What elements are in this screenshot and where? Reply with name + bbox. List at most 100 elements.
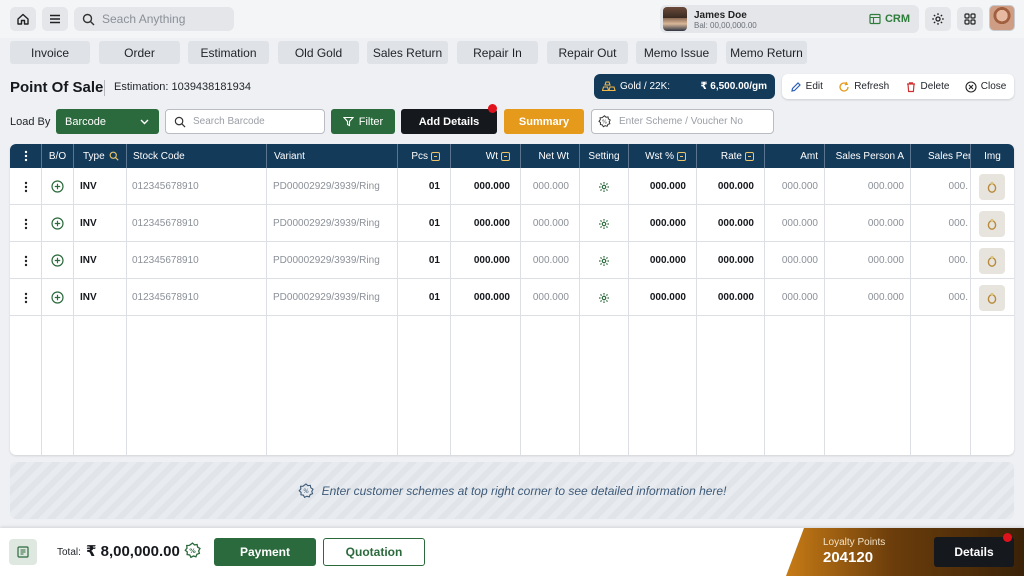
gold-bars-icon	[602, 80, 616, 91]
cell-wt[interactable]: 000.000	[450, 279, 520, 316]
cell-stock-code: 012345678910	[132, 255, 199, 266]
cell-rate[interactable]: 000.000	[696, 242, 764, 279]
menu-button[interactable]	[42, 7, 68, 31]
notes-button[interactable]	[9, 539, 37, 565]
calc-icon	[431, 151, 440, 161]
header-menu[interactable]	[10, 144, 41, 168]
cell-img[interactable]	[970, 168, 1014, 205]
header-type-label: Type	[83, 150, 105, 162]
add-row-button[interactable]	[41, 242, 73, 279]
cell-wst[interactable]: 000.000	[628, 168, 696, 205]
header-wst[interactable]: Wst %	[628, 144, 696, 168]
kebab-icon	[24, 218, 27, 229]
add-row-button[interactable]	[41, 168, 73, 205]
cell-pcs[interactable]: 01	[397, 168, 450, 205]
cell-img[interactable]	[970, 205, 1014, 242]
home-button[interactable]	[10, 7, 36, 31]
cell-variant: PD00002929/3939/Ring	[273, 181, 380, 192]
settings-button[interactable]	[925, 7, 951, 31]
kebab-icon	[24, 150, 27, 162]
cell-type: INV	[80, 255, 97, 266]
tab-memo-return[interactable]: Memo Return	[726, 41, 807, 64]
barcode-search-input[interactable]: Search Barcode	[165, 109, 325, 134]
cell-pcs[interactable]: 01	[397, 205, 450, 242]
ring-thumbnail	[979, 247, 1005, 274]
cell-wt[interactable]: 000.000	[450, 242, 520, 279]
payment-button[interactable]: Payment	[214, 538, 316, 566]
tab-sales-return[interactable]: Sales Return	[367, 41, 448, 64]
header-rate[interactable]: Rate	[696, 144, 764, 168]
close-icon	[965, 80, 977, 93]
refresh-button[interactable]: Refresh	[838, 81, 889, 93]
crm-link[interactable]: CRM	[869, 13, 910, 25]
cell-rate[interactable]: 000.000	[696, 205, 764, 242]
row-menu[interactable]	[10, 168, 41, 205]
header-bo: B/O	[41, 144, 73, 168]
user-card[interactable]: James Doe Bal: 00,00,000.00 CRM	[660, 5, 919, 33]
gear-icon	[598, 218, 609, 229]
loyalty-label: Loyalty Points	[823, 537, 886, 548]
discount-badge-icon: %	[184, 542, 201, 559]
close-label: Close	[980, 81, 1007, 92]
cell-rate[interactable]: 000.000	[696, 168, 764, 205]
tab-old-gold[interactable]: Old Gold	[278, 41, 359, 64]
cell-wt[interactable]: 000.000	[450, 205, 520, 242]
setting-button[interactable]	[579, 205, 628, 242]
scheme-voucher-input[interactable]: % Enter Scheme / Voucher No	[591, 109, 774, 134]
add-row-button[interactable]	[41, 205, 73, 242]
summary-button[interactable]: Summary	[504, 109, 584, 134]
setting-button[interactable]	[579, 279, 628, 316]
cell-wst[interactable]: 000.000	[628, 205, 696, 242]
table-row[interactable]: INV 012345678910 PD00002929/3939/Ring 01…	[10, 205, 1014, 242]
cell-wst[interactable]: 000.000	[628, 279, 696, 316]
header-type[interactable]: Type	[73, 144, 126, 168]
tab-estimation[interactable]: Estimation	[188, 41, 269, 64]
filter-button[interactable]: Filter	[331, 109, 395, 134]
pencil-icon	[790, 81, 801, 92]
receipt-icon	[17, 546, 29, 558]
apps-button[interactable]	[957, 7, 983, 31]
edit-button[interactable]: Edit	[790, 81, 823, 93]
header-wt[interactable]: Wt	[450, 144, 520, 168]
tab-invoice[interactable]: Invoice	[10, 41, 90, 64]
search-icon	[82, 13, 95, 25]
cell-stock-code: 012345678910	[132, 181, 199, 192]
table-row[interactable]: INV 012345678910 PD00002929/3939/Ring 01…	[10, 168, 1014, 205]
tab-repair-in[interactable]: Repair In	[457, 41, 538, 64]
cell-wst[interactable]: 000.000	[628, 242, 696, 279]
header-pcs[interactable]: Pcs	[397, 144, 450, 168]
close-button[interactable]: Close	[965, 80, 1007, 93]
scheme-placeholder: Enter Scheme / Voucher No	[619, 116, 743, 127]
details-button[interactable]: Details	[934, 537, 1014, 567]
user-name: James Doe	[694, 10, 747, 21]
gold-rate-box[interactable]: Gold / 22K: ₹ 6,500.00/gm	[594, 74, 775, 99]
global-search[interactable]: Seach Anything	[74, 7, 234, 31]
cell-img[interactable]	[970, 279, 1014, 316]
setting-button[interactable]	[579, 242, 628, 279]
cell-pcs[interactable]: 01	[397, 242, 450, 279]
row-menu[interactable]	[10, 242, 41, 279]
cell-pcs[interactable]: 01	[397, 279, 450, 316]
cell-img[interactable]	[970, 242, 1014, 279]
table-row[interactable]: INV 012345678910 PD00002929/3939/Ring 01…	[10, 242, 1014, 279]
edit-label: Edit	[805, 81, 823, 92]
profile-avatar[interactable]	[989, 5, 1015, 31]
table-row[interactable]: INV 012345678910 PD00002929/3939/Ring 01…	[10, 279, 1014, 316]
tab-memo-issue[interactable]: Memo Issue	[636, 41, 717, 64]
delete-button[interactable]: Delete	[905, 81, 949, 93]
cell-wt[interactable]: 000.000	[450, 168, 520, 205]
gold-rate-value: ₹ 6,500.00/gm	[700, 81, 767, 92]
add-details-button[interactable]: Add Details	[401, 109, 497, 134]
tab-order[interactable]: Order	[99, 41, 180, 64]
row-menu[interactable]	[10, 205, 41, 242]
add-row-button[interactable]	[41, 279, 73, 316]
crm-label: CRM	[884, 13, 910, 25]
setting-button[interactable]	[579, 168, 628, 205]
cell-rate[interactable]: 000.000	[696, 279, 764, 316]
home-icon	[17, 13, 29, 25]
search-placeholder: Seach Anything	[102, 12, 186, 26]
row-menu[interactable]	[10, 279, 41, 316]
tab-repair-out[interactable]: Repair Out	[547, 41, 628, 64]
load-by-select[interactable]: Barcode	[56, 109, 159, 134]
quotation-button[interactable]: Quotation	[323, 538, 425, 566]
